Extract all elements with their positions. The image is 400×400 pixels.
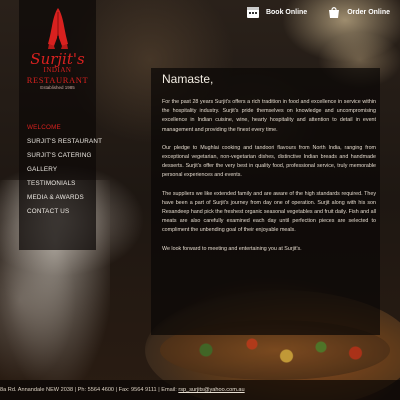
brand-established: Established 1985 bbox=[40, 85, 75, 90]
footer-phone: Ph: 5564 4600 bbox=[77, 387, 115, 393]
main-nav: WELCOME SURJIT'S RESTAURANT SURJIT'S CAT… bbox=[27, 121, 102, 219]
footer-fax: Fax: 9564 9111 bbox=[118, 387, 157, 393]
cooking-paragraph: Our pledge to Mughlai cooking and tandoo… bbox=[162, 144, 376, 179]
footer-email-label: Email: bbox=[161, 387, 177, 393]
left-sidebar: Surjit's INDIAN RESTAURANT Established 1… bbox=[19, 0, 102, 250]
nav-item-contact[interactable]: CONTACT US bbox=[27, 205, 102, 219]
nav-item-catering[interactable]: SURJIT'S CATERING bbox=[27, 149, 102, 163]
suppliers-paragraph: The suppliers we like extended family an… bbox=[162, 190, 376, 234]
brand-restaurant: RESTAURANT bbox=[26, 75, 89, 85]
footer-address: 8a Rd. Annandale NEW 2038 bbox=[0, 387, 74, 393]
page-title: Namaste, bbox=[162, 72, 214, 86]
closing-paragraph: We look forward to meeting and entertain… bbox=[162, 245, 302, 252]
footer-bar: 8a Rd. Annandale NEW 2038 | Ph: 5564 460… bbox=[0, 380, 400, 400]
nav-item-restaurant[interactable]: SURJIT'S RESTAURANT bbox=[27, 135, 102, 149]
footer-email-link[interactable]: rsp_surjits@yahoo.com.au bbox=[178, 387, 244, 393]
brand-name: Surjit's bbox=[30, 50, 85, 68]
calendar-icon bbox=[246, 7, 259, 18]
order-online-label: Order Online bbox=[347, 8, 390, 16]
nav-item-welcome[interactable]: WELCOME bbox=[27, 121, 102, 135]
shopping-bag-icon bbox=[329, 7, 340, 18]
nav-item-testimonials[interactable]: TESTIMONIALS bbox=[27, 177, 102, 191]
nav-item-media-awards[interactable]: MEDIA & AWARDS bbox=[27, 191, 102, 205]
content-body: For the past 28 years Surjit's offers a … bbox=[162, 98, 376, 263]
book-online-link[interactable]: Book Online bbox=[246, 5, 307, 19]
content-panel: Namaste, For the past 28 years Surjit's … bbox=[151, 68, 380, 335]
order-online-link[interactable]: Order Online bbox=[327, 5, 390, 19]
top-bar: Book Online Order Online bbox=[246, 2, 390, 22]
book-online-label: Book Online bbox=[265, 8, 308, 16]
nav-item-gallery[interactable]: GALLERY bbox=[27, 163, 102, 177]
brand-logo[interactable]: Surjit's INDIAN RESTAURANT Established 1… bbox=[19, 0, 96, 116]
praying-hands-icon bbox=[47, 8, 68, 49]
intro-paragraph: For the past 28 years Surjit's offers a … bbox=[162, 99, 376, 133]
